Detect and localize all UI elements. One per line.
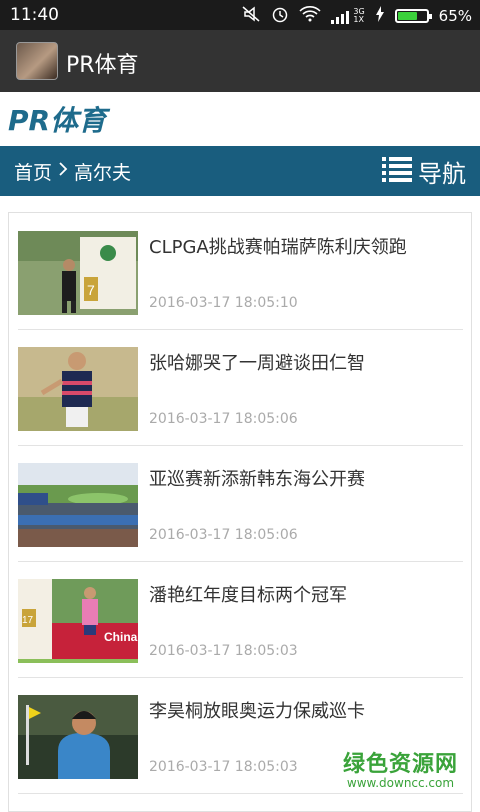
hole-sign-number: 17	[22, 615, 34, 626]
battery-icon	[394, 9, 432, 23]
article-title[interactable]: 张哈娜哭了一周避谈田仁智	[149, 349, 459, 375]
battery-level	[397, 12, 418, 20]
article-title[interactable]: 李昊桐放眼奥运力保威巡卡	[149, 697, 459, 723]
article-thumbnail	[18, 347, 138, 431]
watermark-title: 绿色资源网	[342, 752, 458, 777]
app-action-bar: PR体育	[0, 30, 480, 92]
article-time: 2016-03-17 18:05:03	[149, 759, 298, 775]
watermark-url: www.downcc.com	[346, 776, 455, 790]
nav-bar: 首页 高尔夫 导航	[0, 146, 480, 196]
article-thumbnail: 17 China LPGA	[18, 579, 138, 663]
article-list: 7 CLPGA挑战赛帕瑞萨陈利庆领跑 2016-03-17 18:05:10 张…	[8, 212, 472, 812]
article-time: 2016-03-17 18:05:10	[149, 295, 298, 311]
breadcrumb-home[interactable]: 首页	[14, 158, 52, 185]
article-time: 2016-03-17 18:05:06	[149, 411, 298, 427]
list-item[interactable]: 亚巡赛新添新韩东海公开赛 2016-03-17 18:05:06	[18, 445, 463, 562]
article-time: 2016-03-17 18:05:03	[149, 643, 298, 659]
article-thumbnail	[18, 463, 138, 547]
list-item[interactable]: 张哈娜哭了一周避谈田仁智 2016-03-17 18:05:06	[18, 329, 463, 446]
mute-icon	[241, 5, 261, 27]
breadcrumb-golf[interactable]: 高尔夫	[74, 158, 131, 185]
article-title[interactable]: CLPGA挑战赛帕瑞萨陈利庆领跑	[149, 233, 459, 259]
list-item[interactable]: 7 CLPGA挑战赛帕瑞萨陈利庆领跑 2016-03-17 18:05:10	[18, 213, 463, 330]
watermark: 绿色资源网 www.downcc.com	[343, 746, 458, 790]
alarm-icon	[271, 5, 289, 27]
chevron-right-icon	[58, 161, 68, 182]
wifi-icon	[299, 6, 321, 26]
hole-sign-number: 7	[87, 282, 95, 298]
article-thumbnail: 7	[18, 231, 138, 315]
status-bar: 11:40 3G 1X 65%	[0, 0, 480, 30]
breadcrumb: 首页 高尔夫	[14, 158, 131, 185]
site-header: PR体育	[0, 92, 480, 146]
article-title[interactable]: 亚巡赛新添新韩东海公开赛	[149, 465, 459, 491]
article-thumbnail	[18, 695, 138, 779]
status-time: 11:40	[10, 5, 59, 25]
list-menu-icon	[382, 156, 412, 188]
site-logo[interactable]: PR体育	[8, 99, 106, 139]
sim-label: 1X	[353, 15, 364, 24]
article-title[interactable]: 潘艳红年度目标两个冠军	[149, 581, 459, 607]
app-icon[interactable]	[16, 42, 58, 80]
signal-icon: 3G 1X	[331, 8, 365, 24]
app-title: PR体育	[66, 53, 139, 78]
battery-percent: 65%	[438, 7, 472, 25]
article-time: 2016-03-17 18:05:06	[149, 527, 298, 543]
banner-text: China LPGA	[104, 630, 138, 644]
list-item[interactable]: 17 China LPGA 潘艳红年度目标两个冠军 2016-03-17 18:…	[18, 561, 463, 678]
nav-menu-button[interactable]: 导航	[382, 154, 466, 189]
nav-menu-label: 导航	[418, 160, 466, 188]
charging-icon	[375, 6, 385, 26]
